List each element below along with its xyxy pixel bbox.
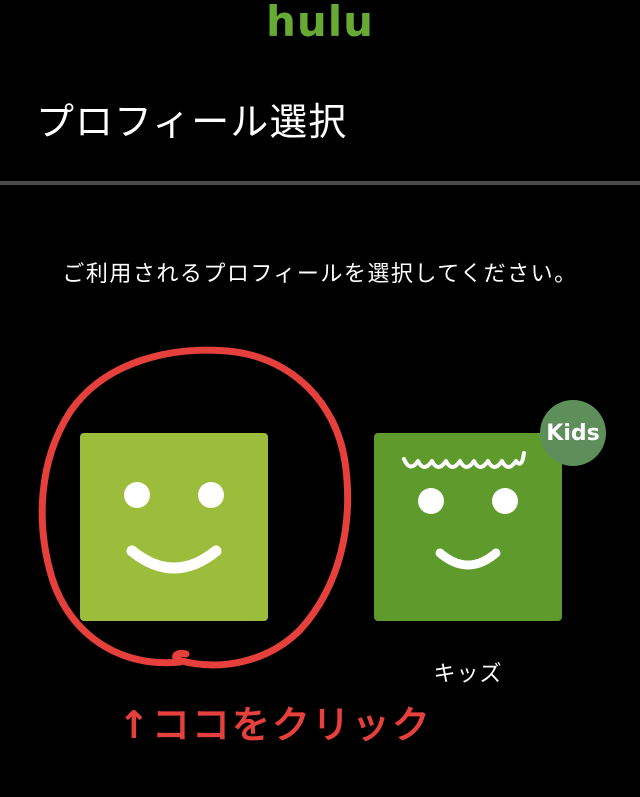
profile-avatar-kids[interactable] <box>374 433 562 621</box>
kids-badge: Kids <box>540 400 606 466</box>
profile-main[interactable] <box>80 433 268 621</box>
profile-name-kids[interactable]: キッズ <box>368 656 568 688</box>
page-title: プロフィール選択 <box>36 100 348 144</box>
kids-smiley-face-icon <box>402 451 526 570</box>
profile-avatar-main[interactable] <box>80 433 268 621</box>
annotation-click-here: ↑ココをクリック <box>118 703 432 747</box>
profile-kids[interactable] <box>374 433 562 621</box>
instruction-text: ご利用されるプロフィールを選択してください。 <box>62 262 578 287</box>
smiley-face-icon <box>124 482 224 574</box>
header-divider <box>0 181 640 185</box>
hulu-logo: hulu <box>265 0 375 46</box>
